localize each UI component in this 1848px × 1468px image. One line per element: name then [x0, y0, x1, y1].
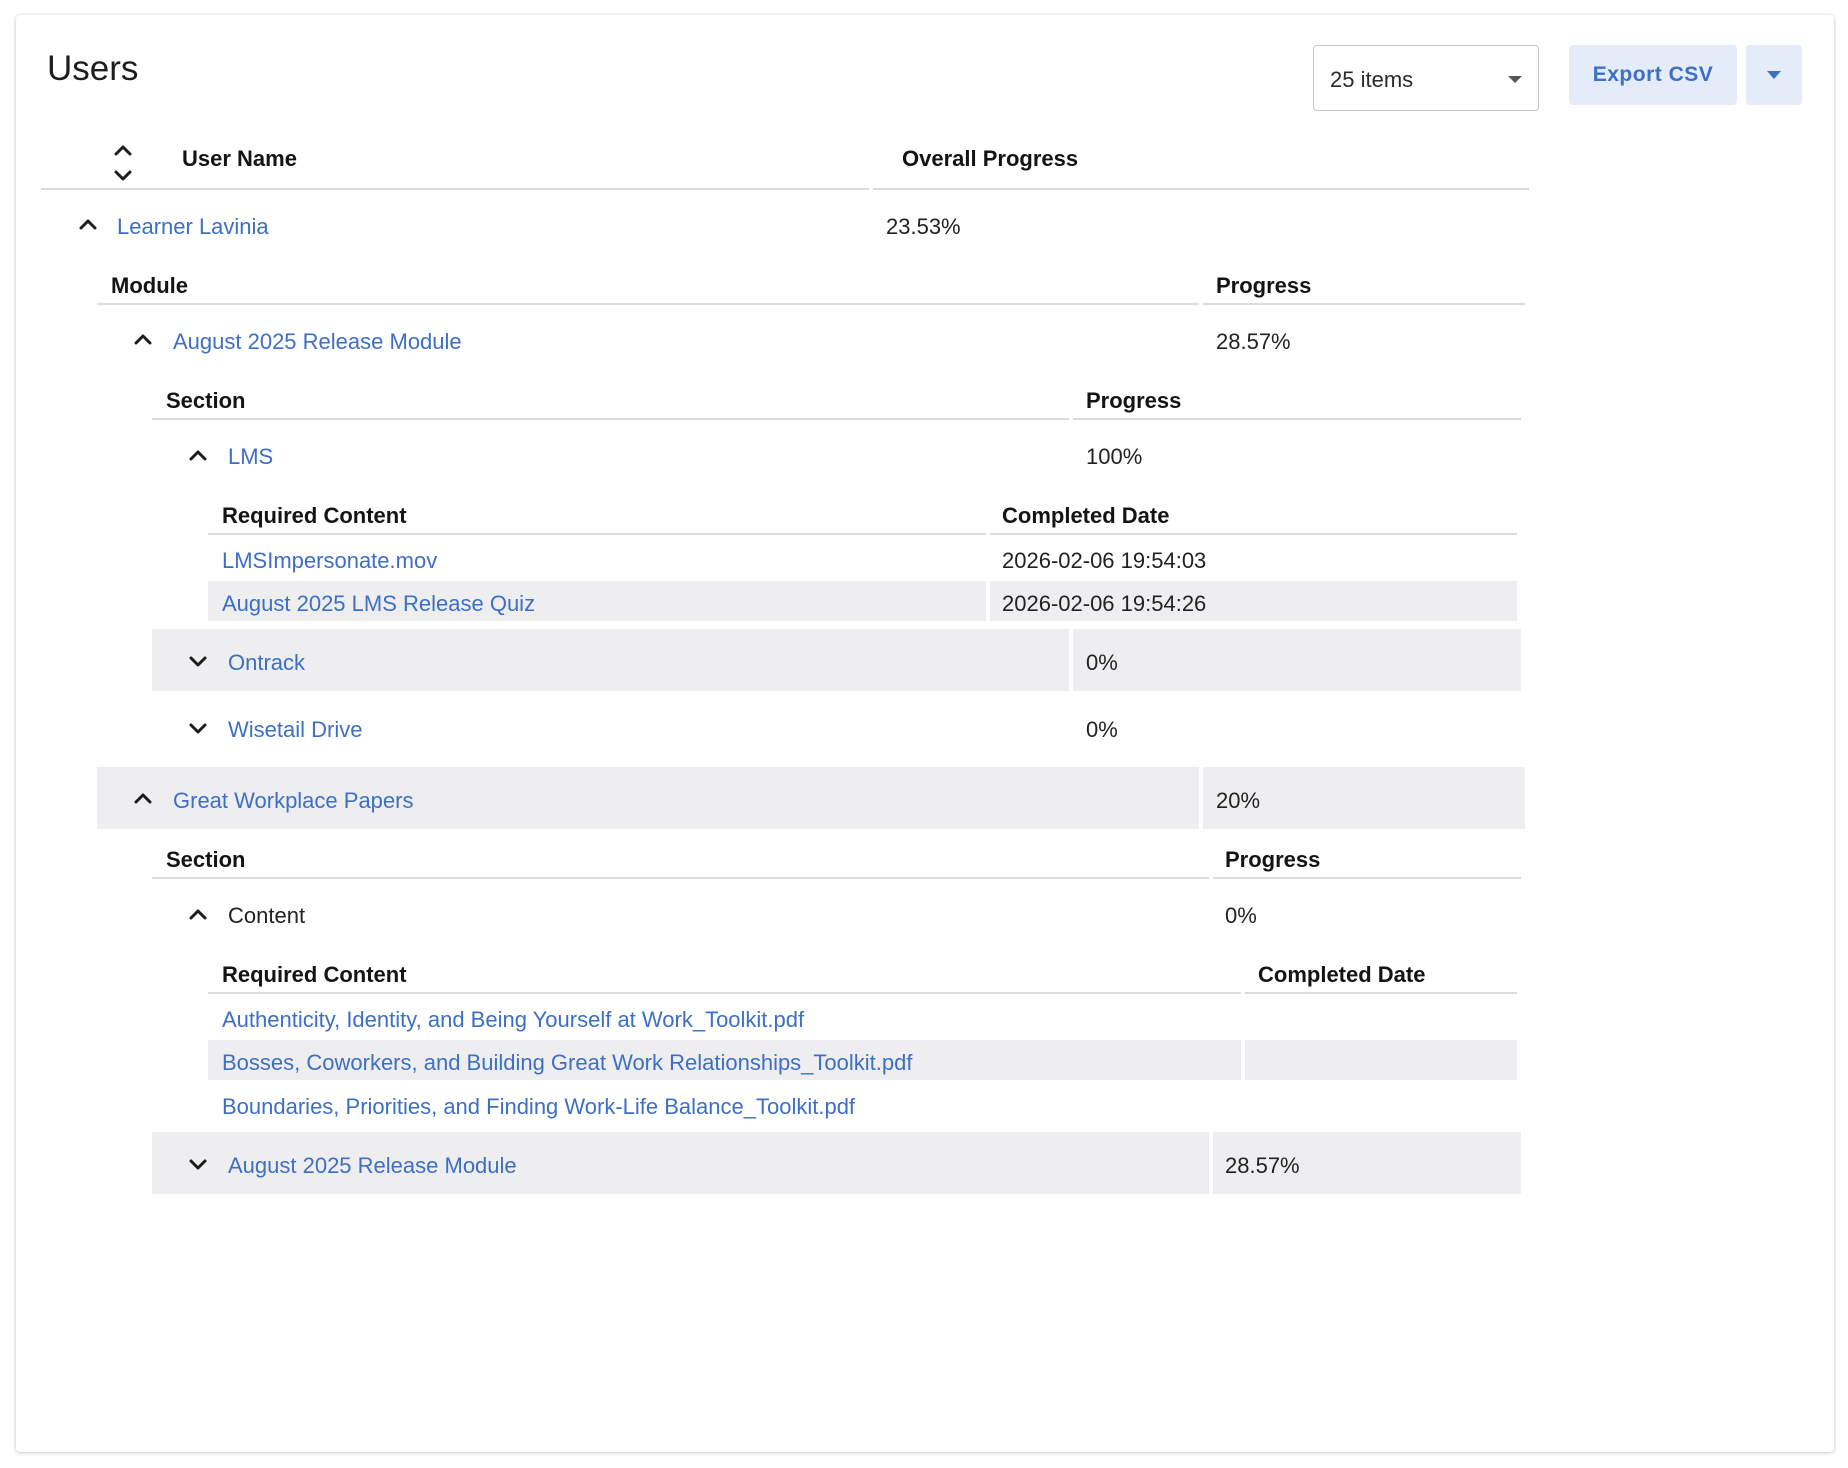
users-panel: Users 25 items Export CSV User Name Over… — [16, 15, 1834, 1452]
column-header-section: Section — [166, 847, 246, 872]
required-content-link[interactable]: August 2025 LMS Release Quiz — [222, 591, 535, 617]
chevron-down-icon[interactable] — [186, 1152, 210, 1176]
required-content-link[interactable]: Bosses, Coworkers, and Building Great Wo… — [222, 1050, 912, 1076]
chevron-up-icon[interactable] — [76, 213, 100, 237]
caret-down-icon — [1508, 76, 1522, 83]
required-content-link[interactable]: Authenticity, Identity, and Being Yourse… — [222, 1007, 804, 1033]
module-progress: 28.57% — [1216, 329, 1291, 354]
divider — [873, 188, 1529, 190]
column-header-overall-progress: Overall Progress — [902, 146, 1079, 171]
column-separator — [1199, 767, 1203, 829]
user-name-link[interactable]: Learner Lavinia — [117, 214, 269, 240]
column-separator — [1241, 1040, 1245, 1080]
column-header-section-progress: Progress — [1225, 847, 1321, 872]
divider — [1245, 992, 1517, 994]
column-separator — [1209, 1132, 1213, 1194]
required-content-link[interactable]: LMSImpersonate.mov — [222, 548, 437, 574]
column-separator — [986, 581, 990, 621]
divider — [1203, 303, 1525, 305]
section-name-content: Content — [228, 903, 306, 928]
caret-down-icon — [1767, 71, 1781, 79]
column-header-required-content: Required Content — [222, 503, 407, 528]
page-title: Users — [47, 49, 139, 88]
divider — [97, 303, 1199, 305]
chevron-down-icon[interactable] — [186, 716, 210, 740]
chevron-down-icon[interactable] — [186, 649, 210, 673]
divider — [208, 992, 1241, 994]
section-link-lms[interactable]: LMS — [228, 444, 273, 470]
column-separator — [1069, 629, 1073, 691]
items-per-page-value: 25 items — [1330, 67, 1414, 92]
export-csv-button[interactable]: Export CSV — [1569, 45, 1737, 105]
divider — [1073, 418, 1521, 420]
section-progress: 100% — [1086, 444, 1143, 469]
divider — [990, 533, 1517, 535]
chevron-up-icon[interactable] — [131, 787, 155, 811]
export-options-button[interactable] — [1746, 45, 1802, 105]
divider — [1213, 877, 1521, 879]
column-header-module-progress: Progress — [1216, 273, 1312, 298]
user-overall-progress: 23.53% — [886, 214, 961, 239]
divider — [41, 188, 869, 190]
section-progress: 28.57% — [1225, 1153, 1300, 1178]
column-header-section: Section — [166, 388, 246, 413]
column-header-completed-date: Completed Date — [1002, 503, 1170, 528]
column-header-module: Module — [111, 273, 188, 298]
sort-icon[interactable] — [111, 141, 135, 185]
section-progress: 0% — [1086, 717, 1118, 742]
divider — [208, 533, 986, 535]
divider — [152, 877, 1209, 879]
module-link-great-workplace-papers[interactable]: Great Workplace Papers — [173, 788, 413, 814]
section-progress: 0% — [1086, 650, 1118, 675]
chevron-up-icon[interactable] — [131, 328, 155, 352]
table-row — [152, 629, 1521, 691]
items-per-page-select[interactable]: 25 items — [1313, 45, 1539, 111]
chevron-up-icon[interactable] — [186, 903, 210, 927]
column-header-section-progress: Progress — [1086, 388, 1182, 413]
chevron-up-icon[interactable] — [186, 444, 210, 468]
section-link-ontrack[interactable]: Ontrack — [228, 650, 305, 676]
section-progress: 0% — [1225, 903, 1257, 928]
section-link-wisetail-drive[interactable]: Wisetail Drive — [228, 717, 362, 743]
module-progress: 20% — [1216, 788, 1261, 813]
column-header-user-name[interactable]: User Name — [182, 146, 297, 172]
completed-date: 2026-02-06 19:54:03 — [1002, 548, 1207, 573]
column-header-completed-date: Completed Date — [1258, 962, 1426, 987]
completed-date: 2026-02-06 19:54:26 — [1002, 591, 1207, 616]
divider — [152, 418, 1069, 420]
section-link-august-2025-release-module[interactable]: August 2025 Release Module — [228, 1153, 517, 1179]
module-link-august-2025[interactable]: August 2025 Release Module — [173, 329, 462, 355]
column-header-required-content: Required Content — [222, 962, 407, 987]
required-content-link[interactable]: Boundaries, Priorities, and Finding Work… — [222, 1094, 855, 1120]
